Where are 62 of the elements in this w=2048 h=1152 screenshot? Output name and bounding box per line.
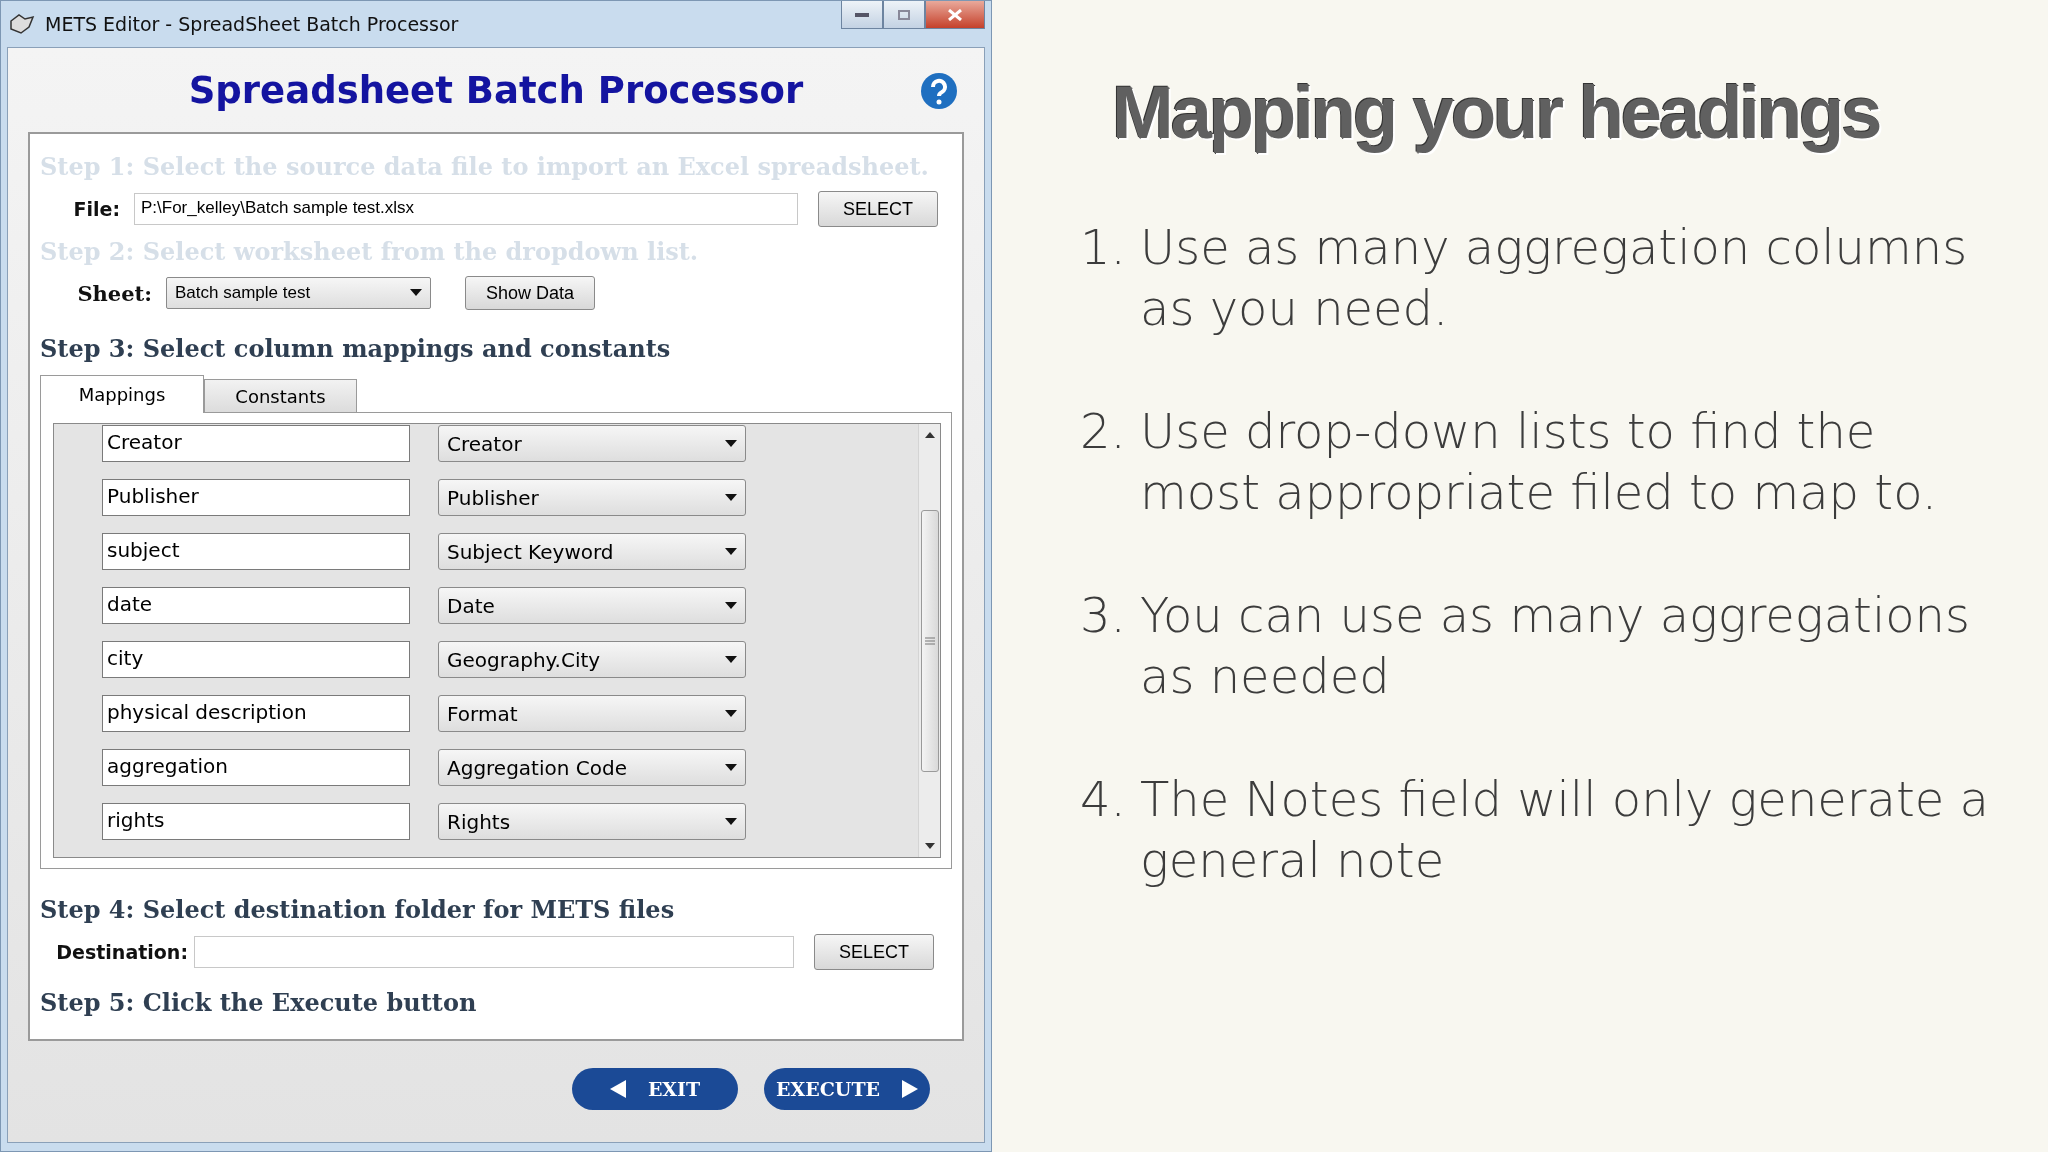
step-heading: Step 4: Select destination folder for METS files <box>40 895 676 924</box>
step-heading: Step 5: Click the Execute button <box>40 988 478 1017</box>
dropdown-arrow-icon[interactable] <box>725 601 737 610</box>
right-triangle-icon <box>902 1080 918 1098</box>
close-icon <box>948 8 962 21</box>
list-item-text: Use drop-down lists to find the most appropriate filed to map to. <box>1140 402 1938 522</box>
select-destination-button[interactable]: SELECT <box>814 934 934 970</box>
field-label: File: <box>72 198 120 220</box>
column-name-field[interactable]: aggregation <box>102 749 410 786</box>
dropdown-arrow-icon[interactable] <box>725 547 737 556</box>
column-name-field[interactable]: rights <box>102 803 410 840</box>
field-label: Destination: <box>55 941 188 963</box>
execute-button[interactable]: EXECUTE <box>764 1068 930 1110</box>
maximize-icon <box>898 9 910 20</box>
field-dropdown[interactable]: Geography.City <box>438 641 746 678</box>
field-dropdown[interactable]: Creator <box>438 425 746 462</box>
list-number: 4. <box>1080 770 1122 829</box>
list-item-text: You can use as many aggregations as needed <box>1140 586 1972 706</box>
dropdown-arrow-icon[interactable] <box>725 493 737 502</box>
destination-field[interactable] <box>194 936 794 968</box>
list-item-text: Use as many aggregation columns as you need. <box>1140 218 1969 338</box>
field-dropdown[interactable]: Aggregation Code <box>438 749 746 786</box>
scrollbar[interactable] <box>918 424 940 857</box>
exit-button[interactable]: EXIT <box>572 1068 738 1110</box>
column-name-field[interactable]: city <box>102 641 410 678</box>
field-dropdown[interactable]: Publisher <box>438 479 746 516</box>
list-number: 3. <box>1080 586 1122 645</box>
dropdown-arrow-icon[interactable] <box>725 655 737 664</box>
column-name-field[interactable]: physical description <box>102 695 410 732</box>
scroll-up-icon[interactable] <box>924 432 935 438</box>
dropdown-arrow-icon[interactable] <box>410 289 422 297</box>
list-number: 1. <box>1080 218 1122 277</box>
column-name-field[interactable]: Creator <box>102 425 410 462</box>
scroll-thumb[interactable] <box>920 509 939 772</box>
list-item-text: The Notes field will only generate a general note <box>1140 770 1991 890</box>
maximize-button[interactable] <box>883 1 925 29</box>
help-icon[interactable] <box>920 72 958 110</box>
left-triangle-icon <box>609 1080 626 1098</box>
dropdown-arrow-icon[interactable] <box>725 439 737 448</box>
dropdown-arrow-icon[interactable] <box>725 709 737 718</box>
app-title: Spreadsheet Batch Processor <box>188 68 804 112</box>
app-icon <box>9 13 35 35</box>
window-title: METS Editor - SpreadSheet Batch Processor <box>45 13 459 35</box>
column-name-field[interactable]: Publisher <box>102 479 410 516</box>
list-number: 2. <box>1080 402 1122 461</box>
minimize-icon <box>855 12 869 17</box>
column-name-field[interactable]: subject <box>102 533 410 570</box>
field-dropdown[interactable]: Date <box>438 587 746 624</box>
step-heading: Step 3: Select column mappings and constants <box>40 334 672 363</box>
tab[interactable]: Constants <box>204 379 357 413</box>
field-dropdown[interactable]: Format <box>438 695 746 732</box>
close-button[interactable] <box>925 1 985 29</box>
field-dropdown[interactable]: Rights <box>438 803 746 840</box>
tab[interactable]: Mappings <box>40 375 204 413</box>
scroll-down-icon[interactable] <box>924 843 935 849</box>
dropdown-arrow-icon[interactable] <box>725 763 737 772</box>
field-label: Sheet: <box>76 280 152 306</box>
field-dropdown[interactable]: Subject Keyword <box>438 533 746 570</box>
slide-title: Mapping your headings <box>1112 70 1881 155</box>
minimize-button[interactable] <box>841 1 883 29</box>
column-name-field[interactable]: date <box>102 587 410 624</box>
dropdown-arrow-icon[interactable] <box>725 817 737 826</box>
